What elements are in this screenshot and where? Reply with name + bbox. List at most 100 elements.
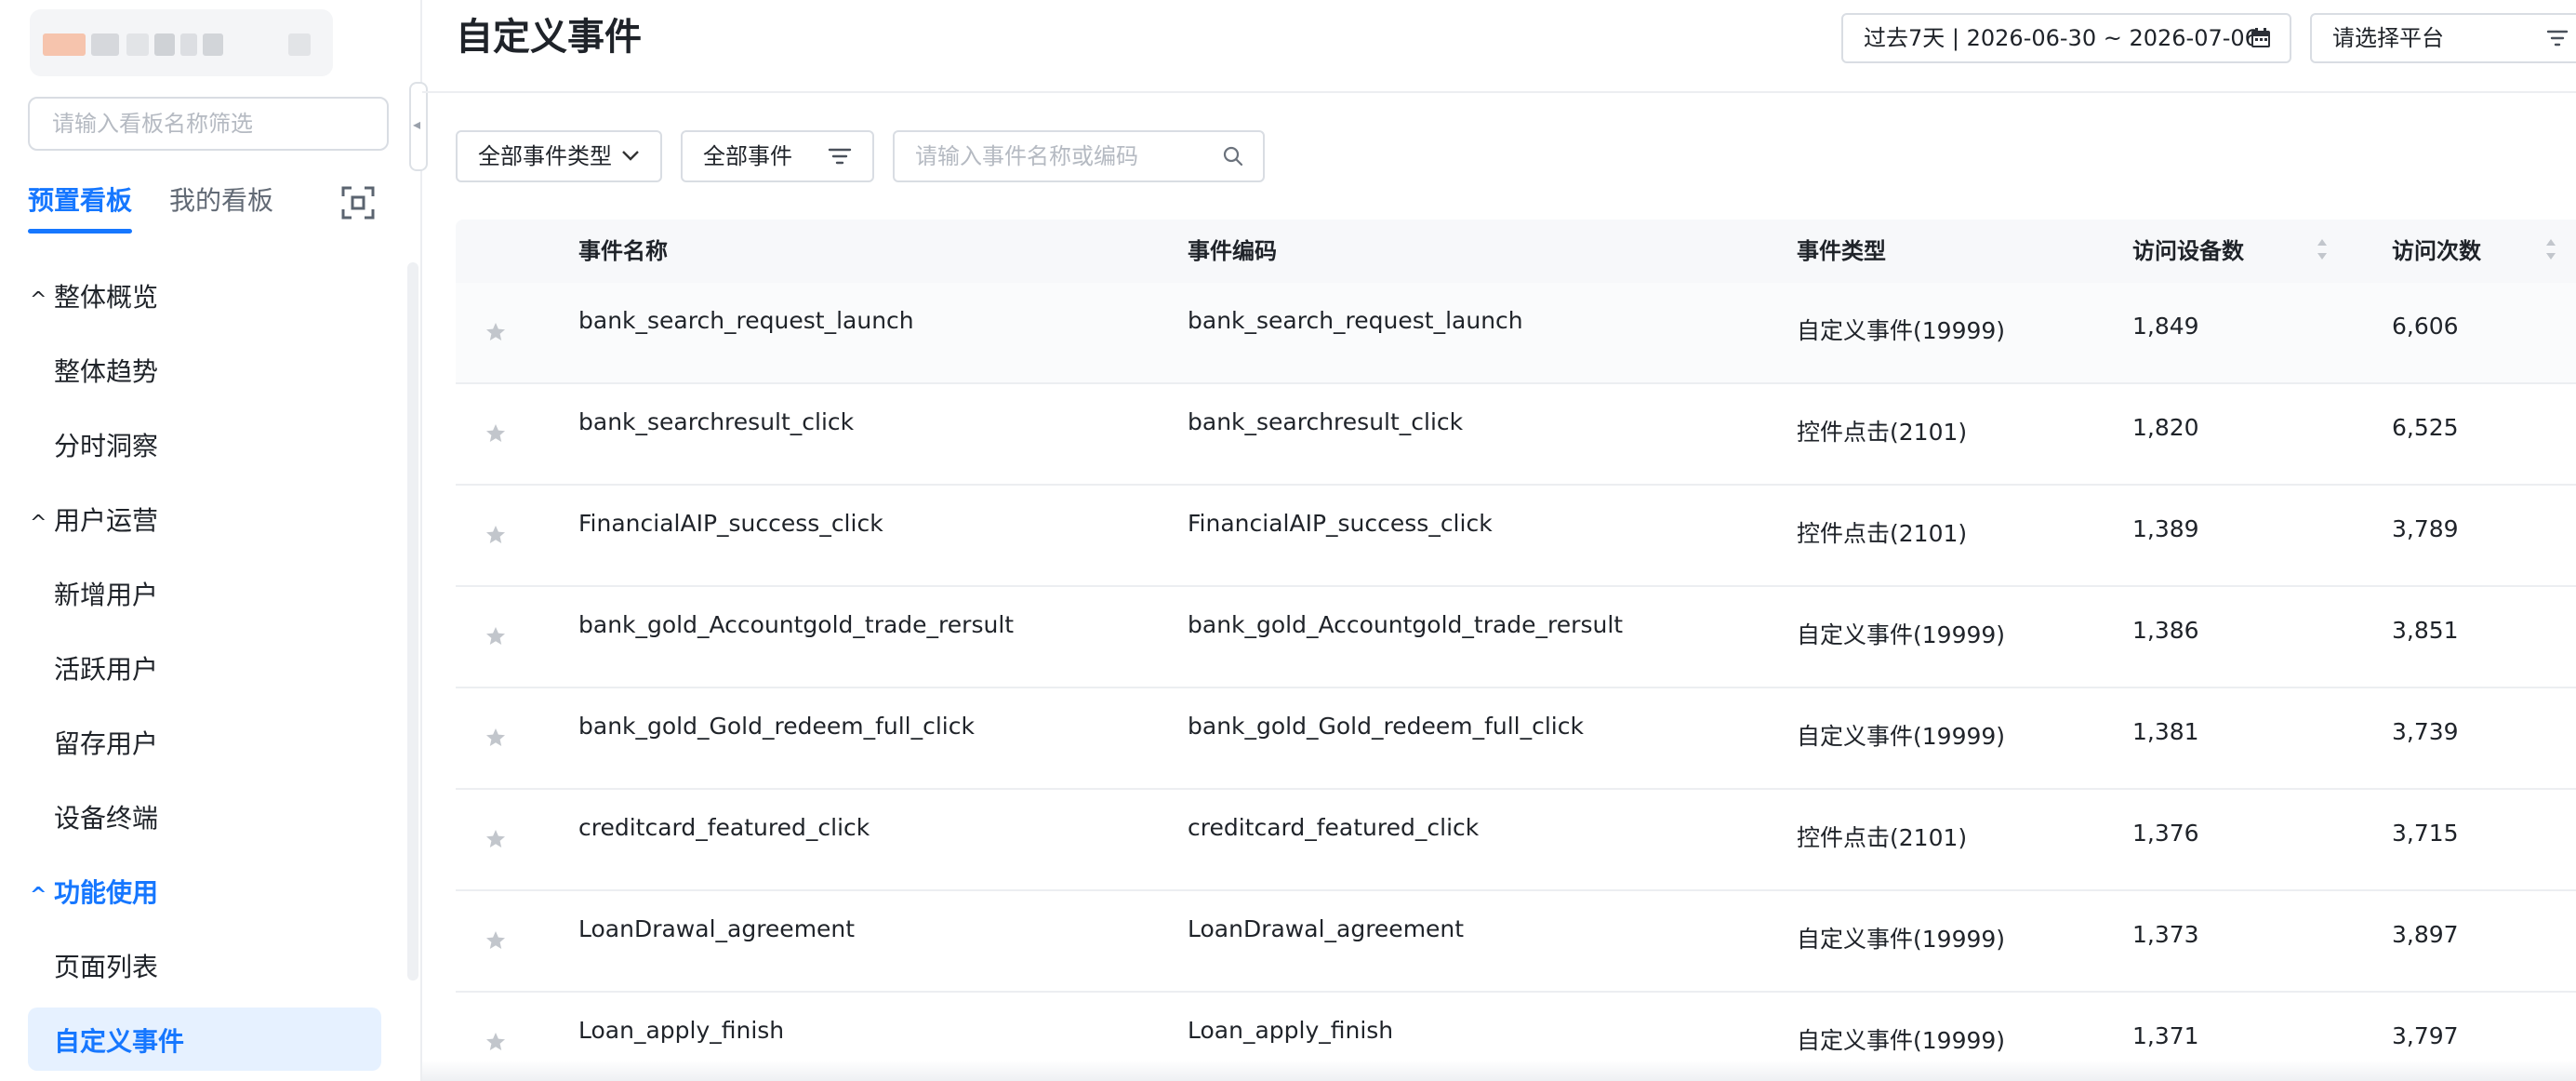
favorite-star-icon[interactable]	[485, 525, 506, 545]
sidebar-scrollbar[interactable]	[407, 262, 418, 981]
visit-count-cell: 3,797	[2392, 1022, 2459, 1049]
menu-item-active-users[interactable]: 活跃用户	[54, 651, 158, 688]
filter-icon	[828, 148, 852, 165]
filter-icon	[2546, 30, 2569, 47]
menu-item-time-insight[interactable]: 分时洞察	[54, 428, 158, 465]
dashboard-search-input[interactable]	[28, 97, 389, 151]
calendar-icon	[2251, 28, 2270, 47]
bottom-shadow	[422, 1061, 2576, 1081]
table-row[interactable]: bank_searchresult_click bank_searchresult…	[456, 384, 2576, 486]
event-code-cell: creditcard_featured_click	[1188, 814, 1480, 841]
device-count-cell: 1,849	[2132, 313, 2199, 340]
sidebar: 预置看板 我的看板 ^ 整体概览 整体趋势 分时洞察 ^ 用户运营 新增用户 活跃用…	[0, 0, 409, 1081]
table-row[interactable]: bank_gold_Gold_redeem_full_click bank_gol…	[456, 688, 2576, 790]
date-range-picker[interactable]: 过去7天 | 2026-06-30 ~ 2026-07-06	[1841, 13, 2291, 63]
event-code-cell: FinancialAIP_success_click	[1188, 510, 1493, 537]
event-type-cell: 自定义事件(19999)	[1797, 317, 2006, 344]
event-name-cell: bank_gold_Accountgold_trade_rersult	[578, 611, 1015, 638]
event-type-cell: 自定义事件(19999)	[1797, 723, 2006, 750]
menu-item-devices[interactable]: 设备终端	[54, 800, 158, 837]
favorite-star-icon[interactable]	[485, 930, 506, 951]
column-header-device-count[interactable]: 访问设备数	[2132, 220, 2244, 283]
table-row[interactable]: FinancialAIP_success_click FinancialAIP_s…	[456, 486, 2576, 587]
menu-item-retained-users[interactable]: 留存用户	[54, 726, 158, 763]
event-name-cell: Loan_apply_finish	[578, 1017, 785, 1044]
event-type-label: 全部事件类型	[478, 143, 612, 169]
event-search-box[interactable]	[893, 130, 1265, 182]
event-code-cell: bank_gold_Accountgold_trade_rersult	[1188, 611, 1624, 638]
event-name-cell: creditcard_featured_click	[578, 814, 870, 841]
event-type-cell: 自定义事件(19999)	[1797, 1027, 2006, 1054]
favorite-star-icon[interactable]	[485, 423, 506, 444]
table-row[interactable]: bank_search_request_launch bank_search_re…	[456, 283, 2576, 384]
app-logo	[30, 9, 333, 76]
event-type-cell: 控件点击(2101)	[1797, 419, 1968, 446]
date-range-text: 过去7天 | 2026-06-30 ~ 2026-07-06	[1864, 25, 2259, 51]
favorite-star-icon[interactable]	[485, 322, 506, 342]
menu-item-custom-events[interactable]: 自定义事件	[54, 1023, 184, 1061]
column-header-event-code: 事件编码	[1188, 238, 1277, 264]
search-icon[interactable]	[1222, 145, 1244, 167]
event-name-cell: FinancialAIP_success_click	[578, 510, 883, 537]
table-row[interactable]: creditcard_featured_click creditcard_feat…	[456, 790, 2576, 891]
visit-count-cell: 3,897	[2392, 921, 2459, 948]
device-count-cell: 1,820	[2132, 414, 2199, 441]
caret-up-icon: ^	[30, 512, 47, 535]
menu-group-user-ops[interactable]: ^ 用户运营	[30, 502, 158, 542]
event-type-cell: 自定义事件(19999)	[1797, 926, 2006, 953]
visit-count-cell: 3,789	[2392, 515, 2459, 542]
device-count-cell: 1,373	[2132, 921, 2199, 948]
event-name-cell: LoanDrawal_agreement	[578, 915, 856, 942]
caret-up-icon: ^	[30, 288, 47, 312]
menu-item-overall-trend[interactable]: 整体趋势	[54, 354, 158, 391]
event-name-cell: bank_gold_Gold_redeem_full_click	[578, 713, 975, 740]
sort-icon[interactable]	[2544, 236, 2557, 262]
visit-count-cell: 3,739	[2392, 718, 2459, 745]
header-divider	[422, 91, 2576, 93]
menu-group-label: 整体概览	[54, 282, 159, 313]
event-name-cell: bank_search_request_launch	[578, 307, 914, 334]
page-title: 自定义事件	[456, 16, 642, 59]
sidebar-collapse-button[interactable]: ◂	[409, 82, 428, 171]
tab-my-dashboards[interactable]: 我的看板	[169, 182, 273, 220]
dashboard-tabs: 预置看板 我的看板	[28, 182, 391, 234]
menu-group-feature-usage[interactable]: ^ 功能使用	[30, 874, 158, 914]
favorite-star-icon[interactable]	[485, 727, 506, 748]
event-scope-label: 全部事件	[703, 143, 792, 169]
event-type-cell: 控件点击(2101)	[1797, 520, 1968, 547]
device-count-cell: 1,386	[2132, 617, 2199, 644]
event-code-cell: bank_searchresult_click	[1188, 408, 1464, 435]
visit-count-cell: 6,606	[2392, 313, 2459, 340]
device-count-cell: 1,389	[2132, 515, 2199, 542]
chevron-left-icon: ◂	[413, 115, 421, 133]
event-code-cell: Loan_apply_finish	[1188, 1017, 1394, 1044]
column-header-visit-count[interactable]: 访问次数	[2392, 220, 2481, 283]
visit-count-cell: 3,715	[2392, 820, 2459, 847]
event-code-cell: bank_search_request_launch	[1188, 307, 1523, 334]
table-row[interactable]: bank_gold_Accountgold_trade_rersult bank_…	[456, 587, 2576, 688]
favorite-star-icon[interactable]	[485, 1032, 506, 1052]
visit-count-cell: 6,525	[2392, 414, 2459, 441]
menu-item-new-users[interactable]: 新增用户	[54, 577, 158, 614]
column-header-event-type: 事件类型	[1797, 238, 1886, 264]
sort-icon[interactable]	[2316, 236, 2329, 262]
event-type-dropdown[interactable]: 全部事件类型	[456, 130, 662, 182]
event-name-cell: bank_searchresult_click	[578, 408, 855, 435]
event-search-input[interactable]	[915, 132, 1213, 180]
favorite-star-icon[interactable]	[485, 829, 506, 849]
table-row[interactable]: LoanDrawal_agreement LoanDrawal_agreement…	[456, 891, 2576, 993]
tab-preset-dashboards[interactable]: 预置看板	[28, 182, 133, 234]
device-count-cell: 1,376	[2132, 820, 2199, 847]
favorite-star-icon[interactable]	[485, 626, 506, 647]
menu-item-page-list[interactable]: 页面列表	[54, 949, 158, 986]
table-header: 事件名称 事件编码 事件类型 访问设备数 访问次数	[456, 220, 2576, 283]
platform-placeholder: 请选择平台	[2332, 25, 2444, 51]
event-scope-filter[interactable]: 全部事件	[681, 130, 874, 182]
chevron-down-icon	[622, 151, 639, 161]
event-type-cell: 自定义事件(19999)	[1797, 621, 2006, 648]
event-code-cell: LoanDrawal_agreement	[1188, 915, 1465, 942]
scan-frame-icon[interactable]	[340, 185, 376, 220]
column-header-event-name: 事件名称	[578, 238, 668, 264]
platform-select[interactable]: 请选择平台	[2310, 13, 2576, 63]
menu-group-overview[interactable]: ^ 整体概览	[30, 279, 158, 319]
